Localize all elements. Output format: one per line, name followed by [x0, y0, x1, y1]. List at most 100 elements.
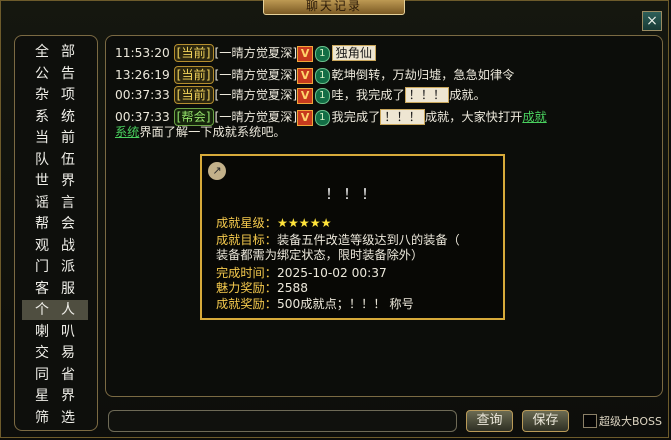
sidebar-item[interactable]: 个人: [22, 300, 88, 320]
message-time: 11:53:20: [115, 46, 170, 60]
message-time: 00:37:33: [115, 110, 170, 124]
sidebar-item-char: 战: [61, 237, 75, 254]
sidebar-item[interactable]: 公告: [22, 64, 88, 84]
message-text: 乾坤倒转，万劫归墟，急急如律令: [331, 68, 515, 82]
sidebar-item-char: 队: [35, 151, 49, 168]
sidebar-item-char: 伍: [61, 151, 75, 168]
item-link[interactable]: 独角仙: [331, 45, 377, 61]
sidebar-item-char: 筛: [35, 409, 49, 426]
sidebar-item-char: 项: [61, 87, 75, 103]
row-value: 装备五件改造等级达到八的装备（: [276, 233, 460, 247]
vip-icon: V: [297, 67, 314, 84]
sidebar-item-char: 帮: [35, 216, 49, 232]
sidebar-item[interactable]: 世界: [22, 171, 88, 191]
sidebar-item-char: 省: [61, 366, 75, 383]
sidebar-item-char: 会: [61, 216, 75, 232]
sidebar-item-char: 派: [61, 259, 75, 275]
sidebar-item[interactable]: 谣言: [22, 193, 88, 213]
level-badge: 1: [315, 67, 330, 84]
row-label: 成就星级：: [216, 216, 277, 230]
sidebar-item-char: 喇: [35, 323, 49, 340]
achievement-system-link[interactable]: 成就: [522, 110, 546, 124]
message-text: 成就。: [449, 88, 486, 102]
sidebar-item-char: 同: [35, 366, 49, 383]
message-text: 哇，我完成了: [331, 88, 405, 102]
sidebar-item-char: 界: [61, 173, 75, 189]
save-button[interactable]: 保存: [522, 410, 569, 432]
sidebar-item-char: 观: [35, 237, 49, 254]
level-badge: 1: [315, 87, 330, 104]
level-badge: 1: [315, 45, 330, 62]
sidebar-item[interactable]: 喇叭: [22, 322, 88, 342]
sidebar-item[interactable]: 客服: [22, 279, 88, 299]
tooltip-row: 完成时间：2025-10-02 00:37: [216, 266, 387, 280]
sidebar-item[interactable]: 同省: [22, 365, 88, 385]
channel-tag[interactable]: [当前]: [173, 86, 214, 104]
row-label: 完成时间：: [216, 266, 277, 280]
sidebar-item-char: 人: [61, 302, 75, 318]
sidebar-item-char: 选: [61, 409, 75, 426]
star-rating: ★★★★★: [276, 216, 332, 230]
achievement-title: ！！！: [325, 187, 380, 203]
achievement-system-link[interactable]: 系统: [115, 125, 139, 139]
achievement-link[interactable]: ！！！: [404, 87, 450, 103]
sidebar-item-char: 当: [35, 130, 49, 146]
row-value: 500成就点；！！！ 称号: [276, 297, 414, 311]
message-time: 13:26:19: [115, 68, 170, 82]
sidebar-item[interactable]: 全部: [22, 42, 88, 62]
window-title: 聊天记录: [263, 0, 405, 15]
sidebar-item-char: 叭: [61, 323, 75, 340]
sidebar-item[interactable]: 门派: [22, 257, 88, 277]
sidebar-item-char: 公: [35, 65, 49, 82]
close-icon[interactable]: ×: [642, 11, 662, 31]
sidebar-item[interactable]: 帮会: [22, 214, 88, 234]
row-label: 成就奖励：: [216, 297, 277, 311]
sidebar-item-char: 服: [61, 280, 75, 297]
achievement-link[interactable]: ！！！: [380, 109, 425, 125]
message-time: 00:37:33: [115, 88, 170, 102]
message-text: 成就，大家快打开: [424, 110, 523, 124]
super-boss-checkbox[interactable]: [583, 414, 597, 428]
channel-tag[interactable]: [当前]: [173, 44, 214, 62]
super-boss-label: 超级大BOSS: [599, 415, 662, 428]
search-input[interactable]: [108, 410, 457, 432]
sidebar-item-char: 言: [61, 194, 75, 211]
sidebar-item-char: 易: [61, 345, 75, 361]
player-name[interactable]: [一晴方觉夏深]: [215, 68, 298, 82]
tooltip-row: 魅力奖励：2588: [216, 281, 308, 295]
share-icon[interactable]: ↗: [208, 162, 226, 180]
query-button[interactable]: 查询: [466, 410, 513, 432]
sidebar-item-char: 系: [35, 108, 49, 125]
sidebar-item[interactable]: 队伍: [22, 150, 88, 170]
player-name[interactable]: [一晴方觉夏深]: [215, 46, 298, 60]
sidebar-item-char: 告: [61, 65, 75, 82]
sidebar-item-char: 客: [35, 280, 49, 297]
vip-icon: V: [297, 109, 314, 126]
sidebar-item[interactable]: 交易: [22, 343, 88, 363]
row-value: 2025-10-02 00:37: [276, 266, 387, 280]
sidebar-item-char: 门: [35, 259, 49, 275]
sidebar-item-char: 杂: [35, 87, 49, 103]
sidebar-item[interactable]: 当前: [22, 128, 88, 148]
player-name[interactable]: [一晴方觉夏深]: [215, 110, 298, 124]
tooltip-row: 成就目标：装备五件改造等级达到八的装备（: [216, 233, 460, 247]
chat-log-window: 聊天记录 × 全部公告杂项系统当前队伍世界谣言帮会观战门派客服个人喇叭交易同省星…: [0, 0, 669, 438]
sidebar-item[interactable]: 星界: [22, 386, 88, 406]
row-value: 装备都需为绑定状态，限时装备除外）: [216, 248, 424, 262]
tooltip-row: 成就星级：★★★★★: [216, 216, 332, 230]
sidebar-item[interactable]: 筛选: [22, 408, 88, 428]
tooltip-row: 装备都需为绑定状态，限时装备除外）: [216, 248, 423, 262]
sidebar-item-char: 界: [61, 388, 75, 404]
sidebar-item-char: 谣: [35, 194, 49, 211]
chat-message: 00:37:33 [当前] [一晴方觉夏深] V 1 哇，我完成了！！！ 成就。: [115, 86, 486, 104]
row-label: 魅力奖励：: [216, 281, 277, 295]
achievement-tooltip: ↗ ！！！ 成就星级：★★★★★ 成就目标：装备五件改造等级达到八的装备（ 装备…: [200, 154, 505, 320]
sidebar-item[interactable]: 观战: [22, 236, 88, 256]
player-name[interactable]: [一晴方觉夏深]: [215, 88, 298, 102]
sidebar-item[interactable]: 杂项: [22, 85, 88, 105]
channel-sidebar: 全部公告杂项系统当前队伍世界谣言帮会观战门派客服个人喇叭交易同省星界筛选: [14, 35, 98, 431]
sidebar-item[interactable]: 系统: [22, 107, 88, 127]
level-badge: 1: [315, 109, 330, 126]
channel-tag[interactable]: [当前]: [173, 66, 214, 84]
sidebar-item-char: 个: [35, 302, 49, 318]
